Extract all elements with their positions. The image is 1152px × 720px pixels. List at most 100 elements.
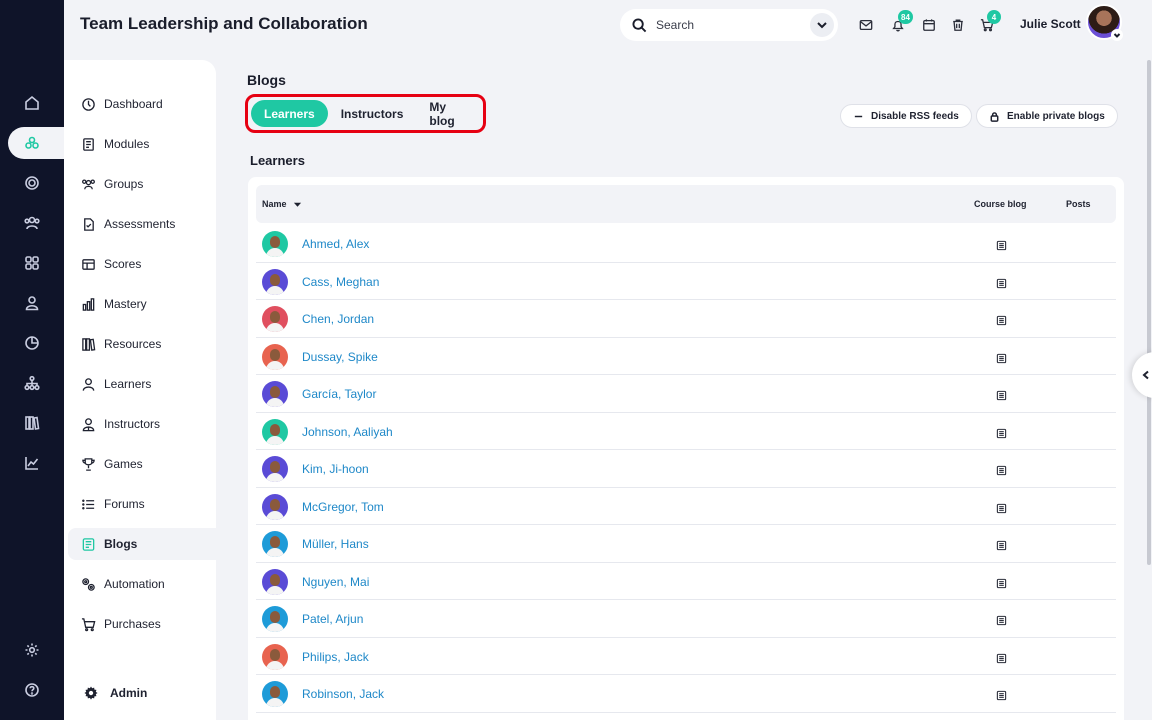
learner-avatar: [262, 606, 288, 632]
course-blog-icon[interactable]: [996, 276, 1008, 288]
library-icon[interactable]: [0, 407, 64, 439]
course-blog-icon[interactable]: [996, 688, 1008, 701]
course-blog-icon[interactable]: [996, 613, 1008, 626]
sidebar-item-resources[interactable]: Resources: [68, 328, 216, 360]
table-header: Name Course blog Posts: [256, 185, 1116, 223]
users-icon[interactable]: [0, 207, 64, 239]
analytics-icon[interactable]: [0, 447, 64, 479]
table-row: García, Taylor: [256, 375, 1116, 413]
course-blog-icon[interactable]: [996, 463, 1008, 476]
learner-name-link[interactable]: Cass, Meghan: [302, 275, 379, 289]
column-name-label: Name: [262, 199, 287, 209]
learner-name-link[interactable]: Ahmed, Alex: [302, 237, 369, 251]
learner-name-link[interactable]: García, Taylor: [302, 387, 376, 401]
sidebar-item-label: Dashboard: [104, 97, 163, 111]
learner-avatar: [262, 681, 288, 707]
mail-icon[interactable]: [857, 16, 875, 34]
learner-avatar: [262, 643, 288, 670]
table-row: Robinson, Jack: [256, 675, 1116, 713]
collapse-panel-button[interactable]: [1132, 352, 1152, 398]
sidebar-item-label: Forums: [104, 497, 145, 511]
sort-down-icon: [293, 202, 301, 207]
table-row: Dussay, Spike: [256, 338, 1116, 375]
forums-icon: [82, 499, 95, 509]
learner-name-link[interactable]: Chen, Jordan: [302, 312, 374, 326]
learners-icon: [82, 377, 95, 391]
sidebar-item-automation[interactable]: Automation: [68, 568, 216, 600]
learner-name-link[interactable]: Philips, Jack: [302, 650, 369, 664]
tab-learners[interactable]: Learners: [251, 100, 328, 127]
apps-icon[interactable]: [0, 247, 64, 279]
course-blog-icon[interactable]: [996, 538, 1008, 551]
search-input[interactable]: Search: [656, 18, 694, 32]
learner-name-link[interactable]: Robinson, Jack: [302, 687, 384, 701]
learners-table: Name Course blog Posts Ahmed, Alex Cass, …: [248, 177, 1124, 720]
sidebar-item-label: Assessments: [104, 217, 176, 231]
column-name-header[interactable]: Name: [262, 199, 302, 209]
learner-name-link[interactable]: Johnson, Aaliyah: [302, 425, 393, 439]
table-row: Ahmed, Alex: [256, 225, 1116, 263]
course-blog-icon[interactable]: [996, 501, 1008, 513]
learner-name-link[interactable]: Dussay, Spike: [302, 350, 378, 364]
learner-name-link[interactable]: Patel, Arjun: [302, 612, 363, 626]
learner-name-link[interactable]: McGregor, Tom: [302, 500, 384, 514]
learner-name-link[interactable]: Nguyen, Mai: [302, 575, 369, 589]
learner-name-link[interactable]: Kim, Ji-hoon: [302, 462, 369, 476]
sidebar-item-learners[interactable]: Learners: [68, 368, 216, 400]
calendar-icon[interactable]: [920, 16, 938, 34]
profile-icon[interactable]: [0, 287, 64, 319]
enable-private-blogs-button[interactable]: Enable private blogs: [976, 104, 1118, 128]
sidebar-item-blogs[interactable]: Blogs: [68, 528, 216, 560]
course-blog-icon[interactable]: [996, 238, 1008, 251]
courses-icon[interactable]: [0, 127, 64, 159]
scrollbar[interactable]: [1147, 60, 1151, 565]
admin-button[interactable]: Admin: [84, 686, 147, 700]
org-chart-icon[interactable]: [0, 367, 64, 399]
target-icon[interactable]: [0, 167, 64, 199]
tab-instructors[interactable]: Instructors: [328, 100, 417, 127]
reports-icon[interactable]: [0, 327, 64, 359]
chevron-left-icon: [1142, 370, 1149, 380]
sidebar-item-groups[interactable]: Groups: [68, 168, 216, 200]
course-blog-icon[interactable]: [996, 313, 1008, 326]
home-icon[interactable]: [0, 87, 64, 119]
assessments-icon: [84, 217, 94, 231]
gear-icon: [84, 686, 98, 700]
learner-avatar: [262, 531, 288, 557]
user-menu-button[interactable]: [1111, 29, 1123, 41]
learner-name-link[interactable]: Müller, Hans: [302, 537, 369, 551]
sidebar-item-dashboard[interactable]: Dashboard: [68, 88, 216, 120]
cart-icon[interactable]: 4: [978, 10, 1001, 34]
bell-icon[interactable]: 84: [889, 10, 913, 34]
column-posts-header: Posts: [1066, 199, 1091, 209]
search-icon: [632, 17, 647, 32]
search-dropdown-button[interactable]: [810, 13, 834, 37]
settings-icon[interactable]: [0, 634, 64, 666]
sidebar-item-forums[interactable]: Forums: [68, 488, 216, 520]
sidebar-item-modules[interactable]: Modules: [68, 128, 216, 160]
sidebar-item-purchases[interactable]: Purchases: [68, 608, 216, 640]
sidebar-item-label: Mastery: [104, 297, 147, 311]
minus-icon: [854, 115, 863, 117]
course-blog-icon[interactable]: [996, 426, 1008, 438]
table-row: Kim, Ji-hoon: [256, 450, 1116, 488]
sidebar-item-mastery[interactable]: Mastery: [68, 288, 216, 320]
course-blog-icon[interactable]: [996, 351, 1008, 363]
course-blog-icon[interactable]: [996, 651, 1008, 663]
learner-avatar: [262, 268, 288, 295]
sidebar-item-assessments[interactable]: Assessments: [68, 208, 216, 240]
disable-rss-feeds-button[interactable]: Disable RSS feeds: [840, 104, 972, 128]
help-icon[interactable]: [0, 674, 64, 706]
resources-icon: [82, 337, 96, 351]
sidebar-item-scores[interactable]: Scores: [68, 248, 216, 280]
trash-icon[interactable]: [949, 16, 967, 34]
user-name[interactable]: Julie Scott: [1020, 17, 1081, 31]
page-title: Blogs: [247, 72, 286, 88]
course-blog-icon[interactable]: [996, 576, 1008, 588]
course-blog-icon[interactable]: [996, 388, 1008, 401]
search-box[interactable]: Search: [620, 9, 838, 41]
sidebar-item-instructors[interactable]: Instructors: [68, 408, 216, 440]
sidebar-item-games[interactable]: Games: [68, 448, 216, 480]
sidebar-item-label: Blogs: [104, 537, 138, 551]
tab-my-blog[interactable]: My blog: [416, 100, 483, 128]
